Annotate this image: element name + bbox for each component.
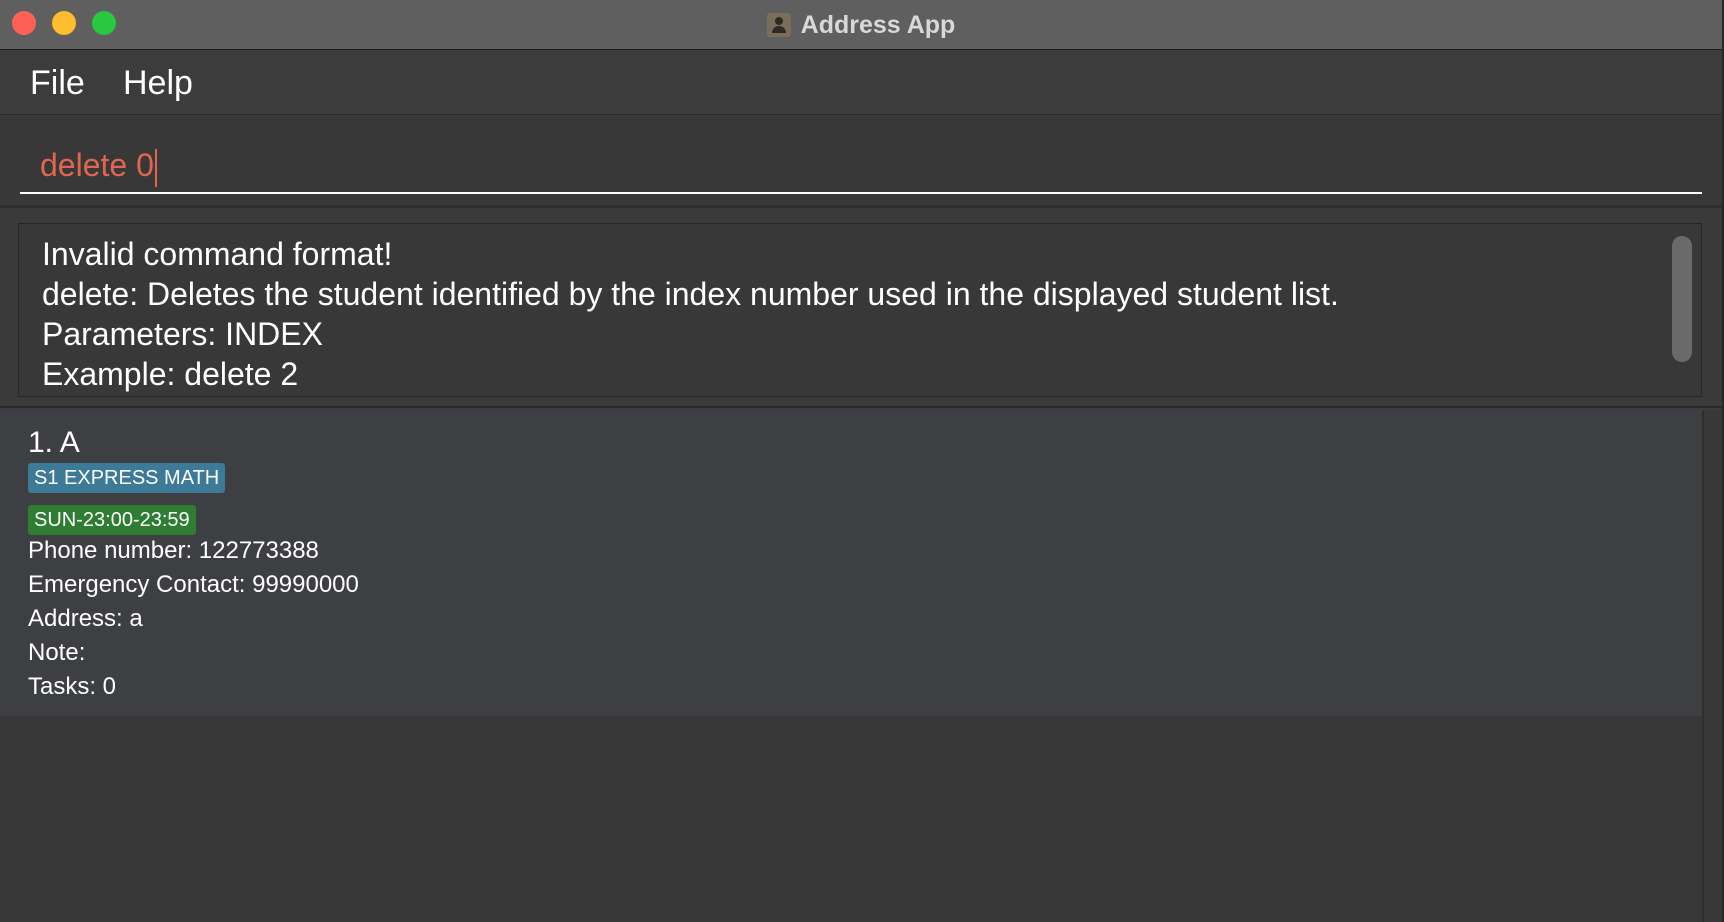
command-input-text: delete 0 (40, 144, 157, 187)
command-box-area: delete 0 (0, 116, 1722, 208)
command-input[interactable]: delete 0 (20, 138, 1702, 194)
window-title-wrap: Address App (0, 0, 1722, 50)
title-bar[interactable]: Address App (0, 0, 1722, 50)
text-caret (154, 148, 157, 187)
student-list: 1. A S1 EXPRESS MATH SUN-23:00-23:59 Pho… (0, 410, 1722, 922)
student-emergency-contact: Emergency Contact: 99990000 (28, 571, 359, 598)
subject-tag: S1 EXPRESS MATH (28, 463, 226, 493)
contact-card-icon (766, 13, 791, 37)
student-name: 1. A (28, 426, 80, 459)
menu-bar: File Help (0, 51, 1722, 115)
result-line-example: Example: delete 2 (42, 356, 299, 392)
menu-file[interactable]: File (30, 61, 85, 105)
result-line-parameters: Parameters: INDEX (42, 316, 323, 352)
result-scrollbar[interactable] (1672, 236, 1692, 362)
address-app-window: Address App File Help delete 0 Invalid c… (0, 0, 1724, 922)
student-card[interactable]: 1. A S1 EXPRESS MATH SUN-23:00-23:59 Pho… (0, 410, 1702, 716)
schedule-tag: SUN-23:00-23:59 (28, 505, 196, 535)
result-line-error: Invalid command format! (42, 236, 393, 272)
student-phone: Phone number: 122773388 (28, 537, 319, 564)
result-display-area: Invalid command format! delete: Deletes … (0, 208, 1722, 408)
list-scroll-divider (1702, 410, 1704, 922)
menu-help[interactable]: Help (123, 61, 193, 105)
student-note: Note: (28, 639, 86, 666)
window-title: Address App (800, 10, 956, 39)
result-line-usage: delete: Deletes the student identified b… (42, 276, 1339, 312)
result-display[interactable]: Invalid command format! delete: Deletes … (18, 223, 1702, 397)
student-address: Address: a (28, 605, 143, 632)
student-tasks: Tasks: 0 (28, 673, 117, 700)
command-value: delete 0 (40, 147, 154, 183)
